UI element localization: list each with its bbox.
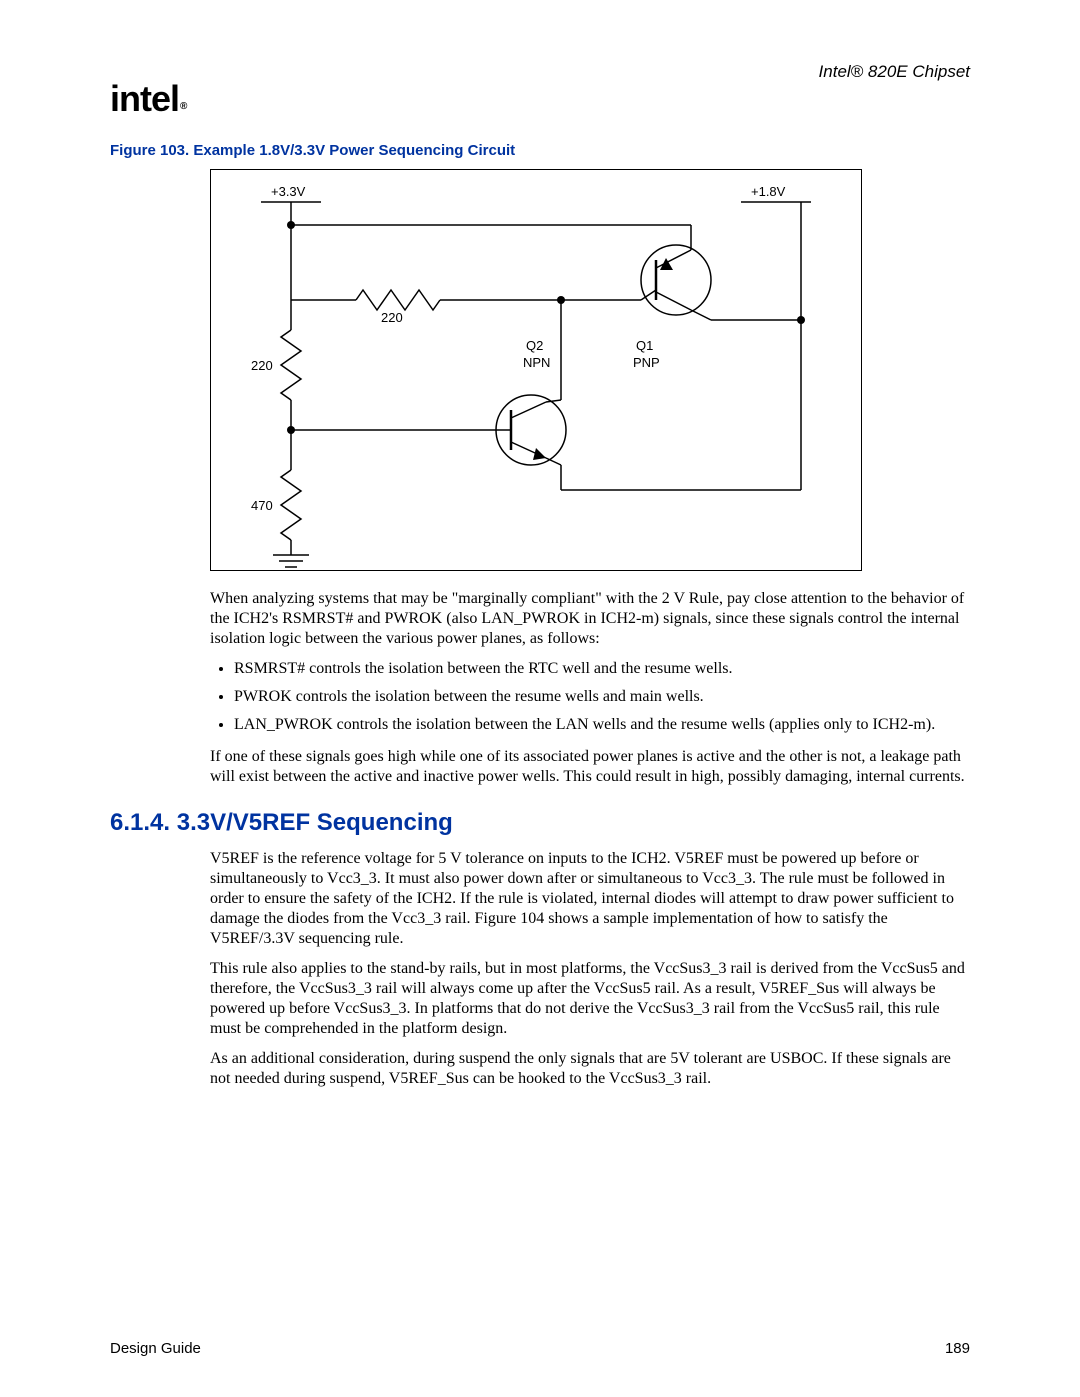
list-item: PWROK controls the isolation between the… <box>234 687 970 707</box>
paragraph: When analyzing systems that may be "marg… <box>210 589 970 649</box>
label-q1: Q1 <box>636 338 653 353</box>
circuit-diagram: +3.3V 220 220 470 <box>210 169 862 571</box>
intel-logo: intel® <box>110 78 185 120</box>
label-1v8: +1.8V <box>751 184 786 199</box>
list-item: RSMRST# controls the isolation between t… <box>234 659 970 679</box>
list-item: LAN_PWROK controls the isolation between… <box>234 715 970 735</box>
paragraph: This rule also applies to the stand-by r… <box>210 959 970 1039</box>
footer-right: 189 <box>945 1340 970 1357</box>
label-r470: 470 <box>251 498 273 513</box>
label-q2: Q2 <box>526 338 543 353</box>
figure-caption: Figure 103. Example 1.8V/3.3V Power Sequ… <box>110 142 970 159</box>
label-q1type: PNP <box>633 355 660 370</box>
page-footer: Design Guide 189 <box>110 1340 970 1357</box>
bullet-list: RSMRST# controls the isolation between t… <box>234 659 970 735</box>
paragraph: If one of these signals goes high while … <box>210 747 970 787</box>
label-r220-top: 220 <box>381 310 403 325</box>
section-heading: 6.1.4. 3.3V/V5REF Sequencing <box>110 809 970 837</box>
label-3v3: +3.3V <box>271 184 306 199</box>
paragraph: As an additional consideration, during s… <box>210 1049 970 1089</box>
page-header-title: Intel® 820E Chipset <box>819 62 970 82</box>
label-r220-left: 220 <box>251 358 273 373</box>
label-q2type: NPN <box>523 355 550 370</box>
paragraph: V5REF is the reference voltage for 5 V t… <box>210 849 970 949</box>
footer-left: Design Guide <box>110 1340 201 1357</box>
